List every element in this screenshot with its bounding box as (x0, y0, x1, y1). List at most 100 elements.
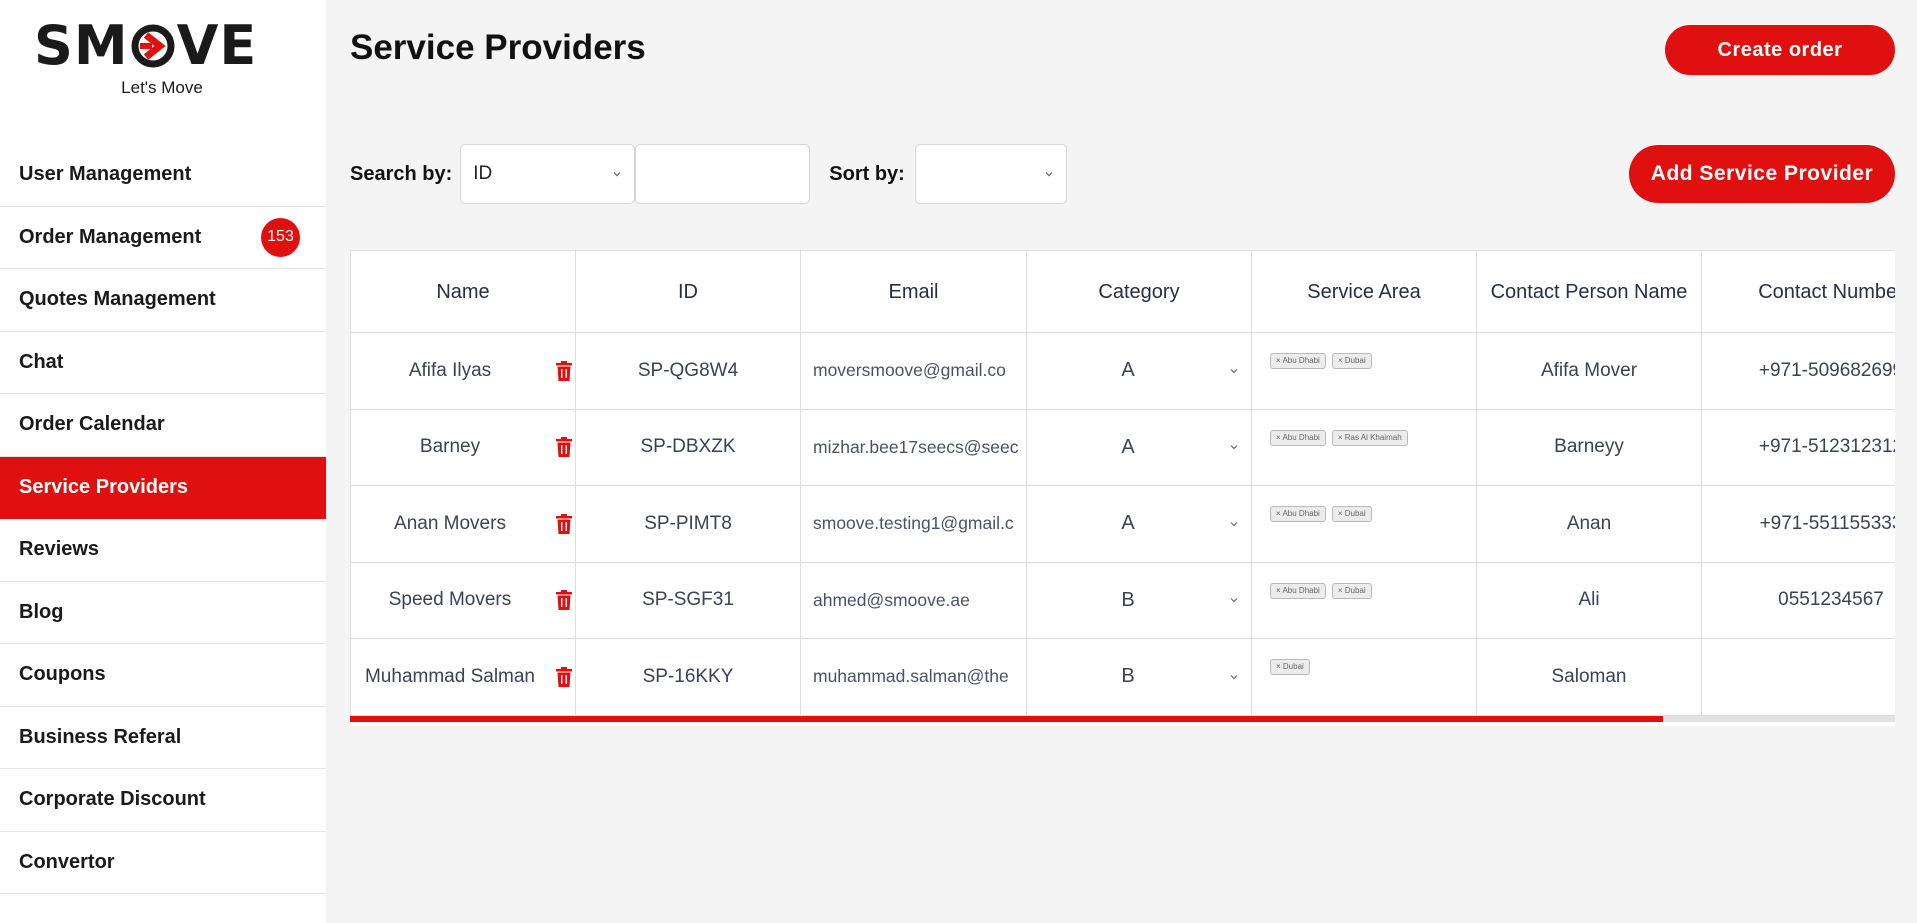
sidebar-item-user-management[interactable]: User Management (0, 144, 326, 207)
sidebar-item-order-management[interactable]: Order Management 153 (0, 207, 326, 269)
provider-name: Anan Movers (394, 512, 506, 534)
table-row[interactable]: Speed Movers SP-SGF31 ahmed@smoove.ae B × Ab… (350, 561, 1895, 639)
logo-arrow-icon (131, 24, 175, 68)
sort-select[interactable] (914, 144, 1067, 204)
sidebar-item-corporate-discount[interactable]: Corporate Discount (0, 769, 326, 832)
sidebar-item-coupons[interactable]: Coupons (0, 644, 326, 707)
category-value: B (1121, 665, 1135, 688)
sidebar-item-label: Convertor (19, 850, 115, 873)
cell-category[interactable]: A (1026, 485, 1252, 563)
sidebar-item-order-calendar[interactable]: Order Calendar (0, 394, 326, 457)
cell-email: mizhar.bee17seecs@seec (800, 408, 1027, 486)
sidebar-item-label: Order Management (19, 225, 202, 248)
table-row[interactable]: Barney SP-DBXZK mizhar.bee17seecs@seec A × A… (350, 408, 1895, 486)
sidebar-item-label: Coupons (19, 663, 106, 686)
table-row[interactable]: Anan Movers SP-PIMT8 smoove.testing1@gmail… (350, 485, 1895, 563)
cell-id: SP-QG8W4 (575, 332, 801, 410)
chevron-down-icon (1230, 598, 1238, 603)
provider-name: Barney (419, 436, 481, 458)
provider-name: Muhammad Salman (364, 665, 536, 687)
service-area-label: Dubai (1344, 356, 1366, 365)
cell-id: SP-16KKY (575, 638, 801, 716)
sidebar-item-quotes-management[interactable]: Quotes Management (0, 269, 326, 332)
cell-email: ahmed@smoove.ae (800, 561, 1027, 639)
cell-name: Muhammad Salman (350, 638, 576, 716)
provider-email: muhammad.salman@the (813, 666, 1009, 687)
logo-tagline: Let's Move (121, 78, 203, 97)
service-area-label: Abu Dhabi (1282, 356, 1320, 365)
service-area-chip[interactable]: × Ras Al Khaimah (1331, 429, 1408, 446)
cell-category[interactable]: B (1026, 638, 1252, 716)
cell-id: SP-PIMT8 (575, 485, 801, 563)
delete-trash-icon[interactable] (555, 666, 573, 687)
sidebar-item-blog[interactable]: Blog (0, 582, 326, 644)
service-area-label: Abu Dhabi (1282, 509, 1320, 518)
create-order-button[interactable]: Create order (1665, 25, 1895, 75)
sidebar-item-label: User Management (19, 163, 192, 186)
delete-trash-icon[interactable] (555, 590, 573, 611)
cell-name: Anan Movers (350, 485, 576, 563)
search-input[interactable] (635, 144, 811, 204)
category-value: A (1121, 359, 1135, 382)
sidebar-item-label: Service Providers (19, 475, 188, 498)
service-area-chip[interactable]: × Abu Dhabi (1270, 582, 1326, 599)
cell-service-area: × Abu Dhabi × Dubai (1251, 485, 1477, 563)
cell-email: moversmoove@gmail.co (800, 332, 1027, 410)
sort-by-label: Sort by: (829, 162, 905, 185)
category-select[interactable]: A (1028, 486, 1251, 561)
service-area-list: × Abu Dhabi × Dubai (1270, 353, 1372, 369)
cell-category[interactable]: B (1026, 561, 1252, 639)
service-area-label: Abu Dhabi (1282, 585, 1320, 595)
cell-contact-number: +971-551155333 (1701, 485, 1895, 563)
smoove-logo[interactable]: SM VE Let's Move (34, 14, 290, 98)
service-area-chip[interactable]: × Dubai (1331, 506, 1372, 522)
filter-bar: Search by: ID Sort by: (350, 144, 1067, 204)
category-value: B (1121, 588, 1135, 611)
service-area-label: Dubai (1344, 509, 1366, 518)
table-row[interactable]: Afifa Ilyas SP-QG8W4 moversmoove@gmail.co A… (350, 332, 1895, 410)
logo-wordmark: SM VE (34, 14, 290, 77)
service-area-chip[interactable]: × Dubai (1331, 353, 1372, 369)
service-area-list: × Abu Dhabi × Dubai (1270, 506, 1372, 522)
category-select[interactable]: A (1028, 333, 1251, 408)
provider-email: smoove.testing1@gmail.c (813, 513, 1014, 534)
sidebar-item-label: Quotes Management (19, 288, 216, 311)
table-row[interactable]: Muhammad Salman SP-16KKY muhammad.salman@t… (350, 638, 1895, 716)
delete-trash-icon[interactable] (555, 437, 573, 458)
horizontal-scrollbar-thumb[interactable] (350, 716, 1663, 722)
add-service-provider-button[interactable]: Add Service Provider (1629, 145, 1895, 203)
category-value: A (1121, 512, 1135, 535)
sidebar-item-business-referal[interactable]: Business Referal (0, 707, 326, 769)
service-area-chip[interactable]: × Abu Dhabi (1270, 429, 1326, 446)
service-area-chip[interactable]: × Abu Dhabi (1270, 506, 1326, 522)
providers-table: Name ID Email Category Service Area Contact P… (350, 250, 1895, 716)
order-count-badge: 153 (261, 217, 300, 257)
column-header-contact-person-name: Contact Person Name (1476, 250, 1702, 333)
service-area-list: × Abu Dhabi × Ras Al Khaimah (1270, 429, 1408, 446)
service-area-chip[interactable]: × Dubai (1270, 659, 1310, 675)
page-title: Service Providers (350, 28, 646, 67)
cell-contact-number: +971-512312312 (1701, 408, 1895, 486)
sidebar-item-service-providers[interactable]: Service Providers (0, 456, 326, 519)
category-select[interactable]: B (1028, 639, 1251, 714)
service-area-label: Abu Dhabi (1282, 432, 1320, 442)
cell-service-area: × Abu Dhabi × Ras Al Khaimah (1251, 408, 1477, 486)
cell-id: SP-DBXZK (575, 408, 801, 486)
service-area-chip[interactable]: × Abu Dhabi (1270, 353, 1326, 369)
sidebar-item-convertor[interactable]: Convertor (0, 832, 326, 894)
cell-category[interactable]: A (1026, 408, 1252, 486)
sidebar-item-reviews[interactable]: Reviews (0, 519, 326, 582)
logo-text-left: SM (34, 14, 129, 77)
delete-trash-icon[interactable] (555, 360, 573, 381)
cell-category[interactable]: A (1026, 332, 1252, 410)
category-select[interactable]: B (1028, 563, 1251, 638)
service-area-chip[interactable]: × Dubai (1331, 582, 1372, 599)
column-header-service-area: Service Area (1251, 250, 1477, 333)
horizontal-scrollbar[interactable] (350, 716, 1895, 722)
cell-contact-name: Anan (1476, 485, 1702, 563)
delete-trash-icon[interactable] (555, 513, 573, 534)
category-select[interactable]: A (1028, 410, 1251, 485)
search-field-select[interactable]: ID (460, 144, 636, 204)
service-area-label: Ras Al Khaimah (1344, 432, 1402, 442)
sidebar-item-chat[interactable]: Chat (0, 332, 326, 394)
